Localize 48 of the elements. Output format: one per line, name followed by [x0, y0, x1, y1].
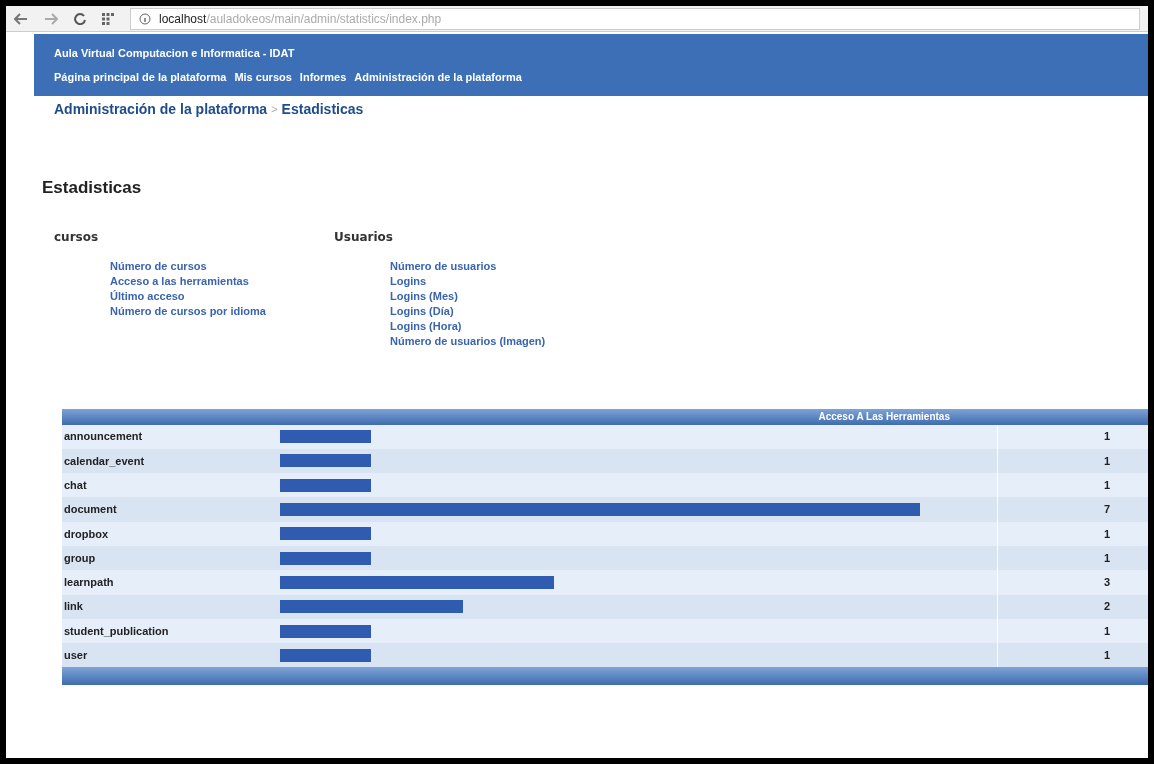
stat-link[interactable]: Número de cursos: [110, 258, 334, 274]
table-cell-text: 1: [1102, 478, 1111, 493]
stat-link[interactable]: Acceso a las herramientas: [110, 273, 334, 289]
table-cell-text: 1: [1102, 429, 1111, 445]
table-cell-text: document: [63, 502, 118, 518]
table-cell-text: 3: [1102, 575, 1111, 591]
page-title: Estadisticas: [42, 177, 143, 199]
nav-link[interactable]: Mis cursos: [234, 68, 292, 85]
table-cell-text: 1: [1102, 526, 1111, 542]
stat-link[interactable]: Número de usuarios (Imagen): [390, 333, 634, 349]
stat-link[interactable]: Logins: [390, 273, 634, 289]
stat-link[interactable]: Logins (Mes): [390, 288, 634, 304]
nav-link[interactable]: Página principal de la plataforma: [54, 68, 227, 85]
stat-link[interactable]: Logins (Hora): [390, 318, 634, 334]
table-cell-text: student_publication: [63, 623, 170, 639]
stat-link[interactable]: Logins (Día): [390, 303, 634, 319]
site-title: Aula Virtual Computacion e Informatica - IDAT: [54, 46, 296, 61]
table-cell-text: 1: [1102, 648, 1111, 664]
reload-icon[interactable]: [74, 12, 86, 25]
table-cell-text: link: [63, 599, 84, 615]
table-cell-text: 1: [1102, 623, 1111, 639]
table-cell-text: dropbox: [63, 526, 109, 542]
section-heading: cursos: [54, 228, 100, 246]
stat-link[interactable]: Número de cursos por idioma: [110, 303, 334, 319]
stat-link[interactable]: Número de usuarios: [390, 258, 634, 274]
table-cell-text: 7: [1102, 502, 1111, 518]
breadcrumb-separator: >: [271, 102, 278, 118]
table-cell-text: 2: [1102, 599, 1111, 615]
table-cell-text: 1: [1102, 453, 1111, 469]
apps-icon[interactable]: [102, 12, 114, 25]
table-cell-text: calendar_event: [63, 453, 146, 469]
info-icon: [139, 12, 151, 25]
breadcrumb-link[interactable]: Administración de la plataforma: [54, 99, 268, 120]
breadcrumb-link[interactable]: Estadisticas: [281, 99, 364, 120]
table-cell-text: chat: [63, 478, 88, 493]
table-cell-text: user: [63, 648, 89, 664]
stat-link[interactable]: Último acceso: [110, 288, 334, 304]
table-header: Acceso A Las Herramientas: [62, 408, 1148, 425]
url-text: localhost/auladokeos/main/admin/statistics/index.php: [159, 10, 442, 28]
table-cell-text: learnpath: [63, 575, 115, 591]
table-cell-text: announcement: [63, 429, 144, 445]
nav-link[interactable]: Informes: [299, 68, 347, 85]
nav-link[interactable]: Administración de la plataforma: [354, 68, 522, 85]
address-bar[interactable]: localhost/auladokeos/main/admin/statistics/index.php: [130, 7, 1140, 30]
table-cell-text: 1: [1102, 550, 1111, 566]
section-heading: Usuarios: [334, 228, 394, 246]
table-cell-text: group: [63, 550, 97, 566]
back-icon[interactable]: [14, 12, 28, 25]
